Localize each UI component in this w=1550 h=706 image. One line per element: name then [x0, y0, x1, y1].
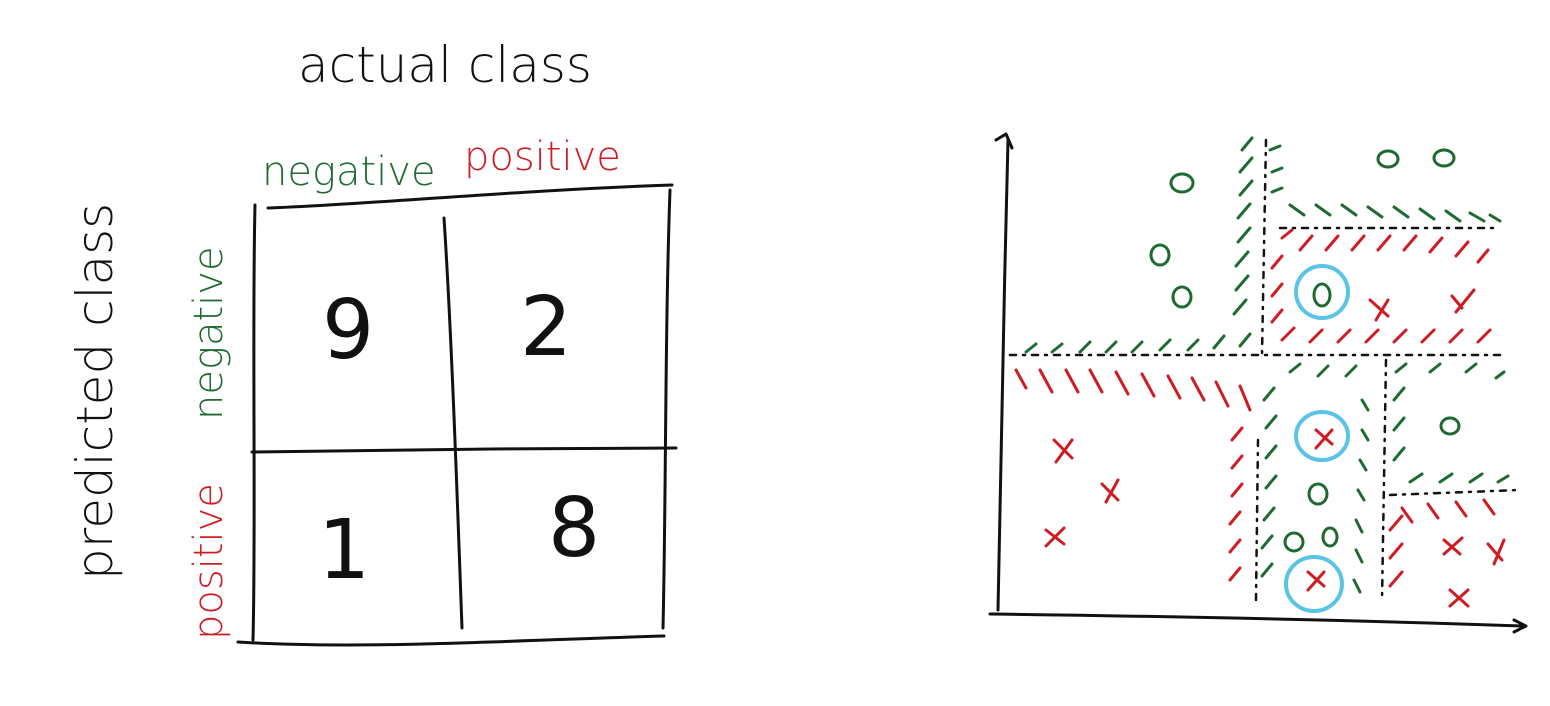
split-vertical-top: [1260, 138, 1268, 357]
negative-point: [1149, 243, 1171, 267]
positive-point: [1450, 288, 1476, 314]
split-vertical-lower-right: [1380, 358, 1388, 602]
whiteboard-canvas: actual class predicted class negative po…: [66, 36, 1528, 647]
highlight-ring: [1294, 264, 1350, 320]
negative-point: [1171, 285, 1193, 309]
negative-point: [1376, 149, 1400, 169]
matrix-middle-horizontal: [250, 446, 678, 454]
positive-point: [1314, 428, 1334, 450]
row-label-positive: positive: [186, 483, 232, 640]
highlight-rings: [1284, 264, 1350, 613]
negative-point: [1283, 531, 1305, 553]
positive-point: [1442, 536, 1464, 556]
positive-point: [1044, 526, 1066, 548]
negative-points: [1149, 148, 1461, 553]
negative-point: [1439, 416, 1461, 436]
matrix-bottom-border: [236, 634, 666, 647]
positive-point: [1486, 538, 1506, 566]
split-vertical-lower-left: [1254, 438, 1260, 602]
negative-point: [1321, 526, 1339, 548]
cell-true-negative: 9: [322, 283, 374, 378]
negative-point: [1432, 148, 1456, 168]
negative-point: [1312, 282, 1332, 308]
hatch-red-lower-right: [1388, 498, 1496, 588]
cell-false-negative: 2: [520, 280, 572, 375]
confusion-matrix: actual class predicted class negative po…: [66, 36, 678, 647]
positive-point: [1306, 570, 1326, 592]
positive-point: [1100, 478, 1120, 504]
positive-point: [1368, 298, 1390, 322]
matrix-left-border: [251, 203, 257, 642]
cell-true-positive: 8: [548, 481, 600, 576]
decision-region-plot: [988, 132, 1528, 634]
matrix-middle-vertical: [442, 216, 464, 630]
hatch-red-below-middle-left: [1014, 368, 1252, 412]
negative-point: [1307, 482, 1329, 506]
hatch-green-upper-right: [1288, 203, 1502, 223]
split-horizontal-lower-right: [1388, 488, 1520, 497]
column-label-positive: positive: [464, 134, 621, 180]
positive-point: [1052, 438, 1074, 464]
hatch-green-above-middle-left: [1024, 332, 1252, 354]
hatch-red-lower-left-vertical: [1228, 426, 1244, 582]
column-axis-title: actual class: [298, 36, 592, 94]
column-label-negative: negative: [262, 149, 436, 195]
hatch-green-lower-right: [1392, 362, 1510, 484]
positive-point: [1448, 588, 1470, 608]
x-axis: [988, 612, 1524, 628]
negative-point: [1169, 172, 1195, 194]
cell-false-positive: 1: [318, 503, 370, 598]
hatch-red-above-middle: [1280, 326, 1492, 344]
y-axis: [996, 138, 1010, 612]
y-axis-arrowhead: [994, 132, 1014, 150]
row-label-negative: negative: [186, 246, 232, 420]
hatch-green-vertical-top: [1232, 136, 1284, 316]
matrix-right-border: [661, 188, 672, 630]
row-axis-title: predicted class: [66, 203, 124, 580]
